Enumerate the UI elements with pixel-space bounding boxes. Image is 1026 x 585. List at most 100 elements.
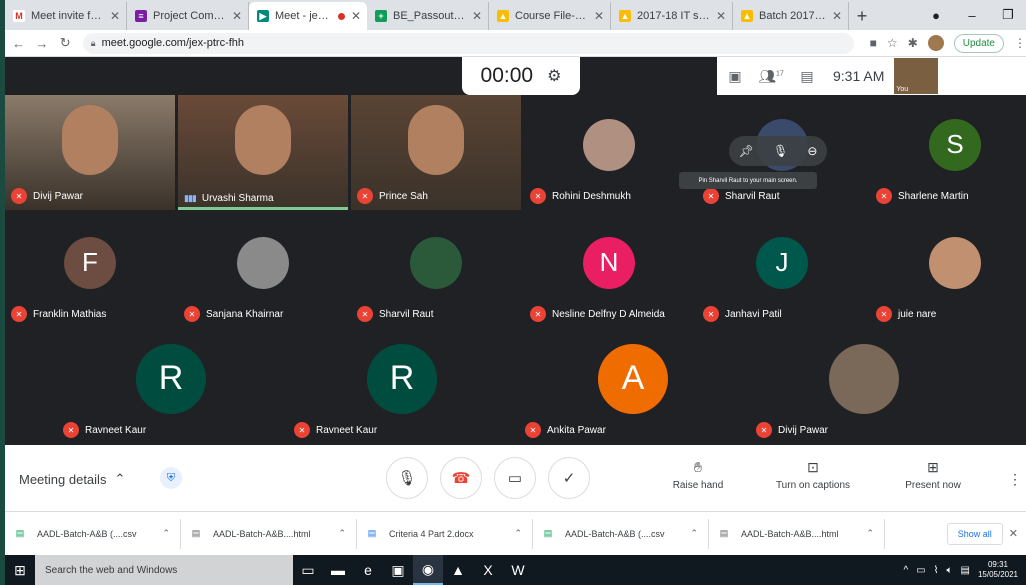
participant-tile[interactable]: S ✕ Sharlene Martin — [870, 95, 1026, 210]
participant-tile[interactable]: J ✕ Janhavi Patil — [697, 213, 867, 328]
new-tab-button[interactable]: + — [849, 2, 875, 30]
participant-name: juie nare — [898, 308, 937, 320]
mic-muted-icon: ✕ — [63, 422, 79, 438]
tab-meet-invite[interactable]: M Meet invite for Pr ✕ — [5, 2, 127, 30]
chevron-up-icon[interactable]: ⌃ — [514, 528, 522, 539]
taskbar-clock[interactable]: 09:31 15/05/2021 — [978, 560, 1018, 580]
battery-icon[interactable]: ▭ — [916, 565, 925, 576]
windows-start-icon[interactable]: ⊞ — [5, 562, 35, 579]
participant-tile[interactable]: ✕ Prince Sah — [351, 95, 521, 210]
meet-icon: ▶ — [257, 10, 269, 22]
participant-name-row: ✕ Ankita Pawar — [525, 422, 606, 438]
end-call-button[interactable]: ☎ — [440, 457, 482, 499]
volume-icon[interactable]: 🔈︎ — [947, 565, 953, 576]
store-icon[interactable]: ▣ — [383, 562, 413, 579]
participant-tile[interactable]: ✕ Divij Pawar — [5, 95, 175, 210]
close-icon[interactable]: ✕ — [351, 9, 361, 23]
profile-icon[interactable]: ● — [918, 8, 954, 23]
participant-tile[interactable]: A ✕ Ankita Pawar — [519, 329, 747, 444]
task-view-icon[interactable]: ▭ — [293, 562, 323, 579]
download-item[interactable]: ▤ AADL-Batch-A&B....html ⌃ — [181, 518, 357, 549]
restore-icon[interactable]: ❐ — [990, 7, 1026, 23]
file-explorer-icon[interactable]: ▬ — [323, 562, 353, 578]
windows-taskbar: ⊞ Search the web and Windows ▭ ▬ e ▣ ◉ ▲… — [5, 555, 1026, 585]
tab-project-competition[interactable]: ≡ Project Competiti ✕ — [127, 2, 249, 30]
download-item[interactable]: ▤ AADL-Batch-A&B....html ⌃ — [709, 518, 885, 549]
tab-course-file[interactable]: ▲ Course File-2020 ✕ — [489, 2, 611, 30]
chevron-up-icon[interactable]: ⌃ — [338, 528, 346, 539]
close-icon[interactable]: ✕ — [1009, 527, 1018, 540]
chevron-up-icon[interactable]: ⌃ — [162, 528, 170, 539]
mic-button[interactable]: 🎙︎ — [386, 457, 428, 499]
mic-muted-icon: ✕ — [11, 306, 27, 322]
update-button[interactable]: Update — [953, 33, 1004, 53]
download-item[interactable]: ▤ AADL-Batch-A&B (....csv ⌃ — [533, 518, 709, 549]
tab-be-passout[interactable]: + BE_Passout_19-2 ✕ — [367, 2, 489, 30]
close-icon[interactable]: ✕ — [594, 9, 604, 23]
tab-it-students[interactable]: ▲ 2017-18 IT studen ✕ — [611, 2, 733, 30]
captions-button[interactable]: ⊡ Turn on captions — [768, 459, 858, 491]
chrome-icon[interactable]: ◉ — [413, 555, 443, 585]
download-item[interactable]: ▤ AADL-Batch-A&B (....csv ⌃ — [5, 518, 181, 549]
participant-tile[interactable]: ✕ Rohini Deshmukh — [524, 95, 694, 210]
close-icon[interactable]: ✕ — [472, 9, 482, 23]
participant-tile[interactable]: ▮▮▮ Urvashi Sharma — [178, 95, 348, 210]
mic-muted-icon: ✕ — [756, 422, 772, 438]
close-icon[interactable]: ✕ — [716, 9, 726, 23]
chevron-up-icon[interactable]: ⌃ — [690, 528, 698, 539]
url-field[interactable]: 🔒︎ meet.google.com/jex-ptrc-fhh — [82, 32, 854, 54]
check-button[interactable]: ✓ — [548, 457, 590, 499]
present-button[interactable]: ⊞ Present now — [888, 459, 978, 491]
gmail-icon: M — [13, 10, 25, 22]
download-item[interactable]: ▤ Criteria 4 Part 2.docx ⌃ — [357, 518, 533, 549]
excel-icon[interactable]: X — [473, 562, 503, 578]
bookmark-star-icon[interactable]: ☆ — [887, 36, 898, 50]
mic-off-icon[interactable]: 🎙︎ — [773, 144, 788, 158]
pin-icon[interactable]: 📌︎ — [739, 144, 754, 158]
cast-icon[interactable]: ▣ — [717, 68, 753, 85]
notification-icon[interactable]: ▤ — [961, 565, 970, 576]
extensions-icon[interactable]: ✱ — [908, 36, 918, 50]
word-icon[interactable]: W — [503, 562, 533, 578]
photos-icon[interactable]: ▲ — [443, 562, 473, 578]
meeting-details-button[interactable]: Meeting details ⌃ — [19, 471, 125, 487]
participant-tile[interactable]: R ✕ Ravneet Kaur — [288, 329, 516, 444]
chevron-up-icon[interactable]: ⌃ — [866, 528, 874, 539]
chat-icon[interactable]: ▤ — [789, 68, 825, 85]
shield-icon[interactable]: ⛨ — [160, 467, 182, 489]
menu-icon[interactable]: ⋮ — [1014, 36, 1026, 50]
close-icon[interactable]: ✕ — [110, 9, 120, 23]
camera-button[interactable]: ▭ — [494, 457, 536, 499]
close-icon[interactable]: ✕ — [832, 9, 842, 23]
back-icon[interactable]: ← — [9, 36, 28, 51]
self-view[interactable]: You — [894, 58, 939, 94]
profile-avatar[interactable] — [927, 35, 944, 51]
minimize-icon[interactable]: – — [954, 8, 990, 23]
participant-tile[interactable]: R ✕ Ravneet Kaur — [57, 329, 285, 444]
participant-name-row: ✕ Ravneet Kaur — [294, 422, 377, 438]
participant-tile[interactable]: ✕ Divij Pawar — [750, 329, 978, 444]
show-all-button[interactable]: Show all — [946, 522, 1003, 545]
participant-tile[interactable]: N ✕ Nesline Delfny D Almeida — [524, 213, 694, 328]
edge-icon[interactable]: e — [353, 562, 383, 578]
participant-tile[interactable]: ✕ Sanjana Khairnar — [178, 213, 348, 328]
raise-hand-button[interactable]: ✋︎ Raise hand — [653, 459, 743, 491]
remove-icon[interactable]: ⊖ — [807, 144, 817, 158]
network-icon[interactable]: ⌇ — [934, 565, 939, 576]
reload-icon[interactable]: ↻ — [56, 35, 75, 51]
participant-tile[interactable]: F ✕ Franklin Mathias — [5, 213, 175, 328]
chevron-up-icon[interactable]: ^ — [903, 565, 908, 576]
people-icon[interactable]: 👥︎17 — [753, 68, 789, 85]
taskbar-search-input[interactable]: Search the web and Windows — [35, 555, 293, 585]
tab-meet[interactable]: ▶ Meet - jex-ptr ✕ — [249, 2, 367, 30]
participant-tile[interactable]: ✕ juie nare — [870, 213, 1026, 328]
active-speaker-bar — [178, 207, 348, 210]
close-icon[interactable]: ✕ — [232, 9, 242, 23]
participant-tile[interactable]: ✕ Sharvil Raut — [351, 213, 521, 328]
more-options-icon[interactable]: ⋮ — [1008, 471, 1022, 488]
tab-title: Course File-2020 — [515, 10, 588, 22]
forward-icon[interactable]: → — [32, 36, 51, 51]
tab-batch[interactable]: ▲ Batch 2017-2018 ✕ — [733, 2, 849, 30]
gear-icon[interactable]: ⚙ — [547, 66, 561, 86]
camera-icon[interactable]: ■ — [870, 36, 877, 50]
